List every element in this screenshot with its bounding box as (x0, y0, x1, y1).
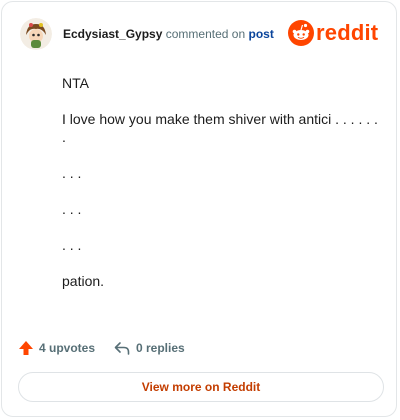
user-avatar-icon[interactable] (20, 18, 52, 50)
reddit-wordmark: reddit (316, 20, 379, 45)
reply-count: 0 replies (136, 341, 185, 355)
reddit-logo[interactable]: reddit (288, 20, 378, 46)
view-more-button[interactable]: View more on Reddit (18, 372, 384, 402)
comment-header: Ecdysiast_Gypsy commented on post reddit (20, 18, 380, 54)
comment-paragraph: NTA (62, 75, 89, 91)
reddit-snoo-icon (288, 20, 314, 46)
comment-paragraph: I love how you make them shiver with ant… (62, 111, 378, 145)
commented-on-label: commented on (165, 27, 246, 41)
upvote-button[interactable]: 4 upvotes (18, 340, 95, 356)
comment-body: NTA I love how you make them shiver with… (62, 74, 382, 308)
comment-paragraph: . . . (62, 237, 82, 253)
comment-paragraph: . . . (62, 201, 82, 217)
comment-paragraph: . . . (62, 165, 82, 181)
upvote-arrow-icon (19, 341, 33, 355)
upvote-count: 4 upvotes (39, 341, 96, 355)
comment-meta: Ecdysiast_Gypsy commented on post (63, 27, 274, 41)
comment-footer: 4 upvotes 0 replies (18, 340, 378, 360)
comment-paragraph: pation. (62, 273, 105, 289)
post-link[interactable]: post (248, 27, 273, 41)
embed-card: Ecdysiast_Gypsy commented on post reddit… (1, 1, 397, 417)
username[interactable]: Ecdysiast_Gypsy (63, 27, 162, 41)
reply-button[interactable]: 0 replies (114, 340, 185, 356)
reply-arrow-icon (114, 342, 130, 355)
